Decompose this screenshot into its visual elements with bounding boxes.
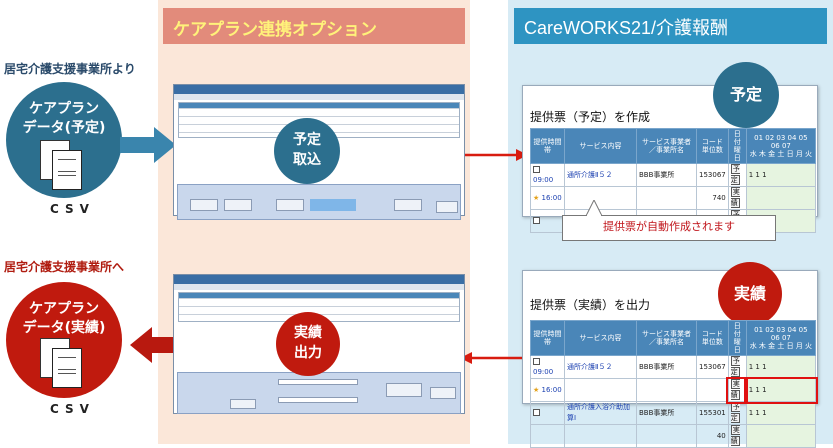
table-row: 通所介護入浴介助加算Ⅰ BBB事業所 155301 予定 1 1 1	[530, 401, 817, 425]
row-checkbox[interactable]	[533, 217, 540, 224]
import-planned-badge: 予定 取込	[274, 118, 340, 184]
circle-line2: データ(予定)	[22, 120, 106, 136]
badge-line2: 取込	[293, 152, 321, 168]
care-plan-option-header: ケアプラン連携オプション	[163, 8, 465, 44]
from-provider-label: 居宅介護支援事業所より	[4, 62, 136, 76]
planned-sheet-title: 提供票（予定）を作成	[530, 110, 651, 124]
circle-line1: ケアプラン	[29, 101, 99, 117]
to-provider-label: 居宅介護支援事業所へ	[4, 260, 125, 274]
careworks-header: CareWORKS21/介護報酬	[514, 8, 827, 44]
callout-pointer-icon	[585, 200, 603, 216]
csv-label: CSV	[50, 202, 95, 216]
badge-line2: 出力	[294, 345, 322, 361]
export-actual-badge: 実績 出力	[276, 312, 340, 376]
actual-badge: 実績	[718, 262, 782, 326]
table-row: ★ 16:00 740 実績	[530, 186, 817, 210]
row-checkbox[interactable]	[533, 165, 540, 173]
badge-line1: 実績	[294, 325, 322, 341]
circle-line1: ケアプラン	[29, 301, 99, 317]
table-header-row: 提供時間帯 サービス内容 サービス事業者／事業所名 コード単位数 日付曜日 01…	[530, 320, 817, 356]
circle-line2: データ(実績)	[22, 320, 106, 336]
table-row: 09:00 通所介護Ⅱ５２ BBB事業所 153067 予定 1 1 1	[530, 355, 817, 379]
auto-create-callout: 提供票が自動作成されます	[562, 215, 776, 241]
table-row: 40 実績	[530, 424, 817, 448]
table-row: 09:00 通所介護Ⅱ５２ BBB事業所 153067 予定 1 1 1	[530, 163, 817, 187]
csv-label: CSV	[50, 402, 95, 416]
document-icon	[52, 348, 82, 388]
table-row: ★ 16:00 実績 1 1 1	[530, 376, 818, 404]
badge-line1: 予定	[293, 132, 321, 148]
actual-sheet-table: 提供時間帯 サービス内容 サービス事業者／事業所名 コード単位数 日付曜日 01…	[530, 320, 818, 448]
planned-badge: 予定	[713, 62, 779, 128]
table-header-row: 提供時間帯 サービス内容 サービス事業者／事業所名 コード単位数 日付曜日 01…	[530, 128, 817, 164]
row-checkbox[interactable]	[533, 357, 540, 365]
document-icon	[52, 150, 82, 190]
import-arrow-icon	[120, 127, 176, 163]
row-checkbox[interactable]	[533, 409, 540, 416]
actual-sheet-title: 提供票（実績）を出力	[530, 298, 651, 312]
